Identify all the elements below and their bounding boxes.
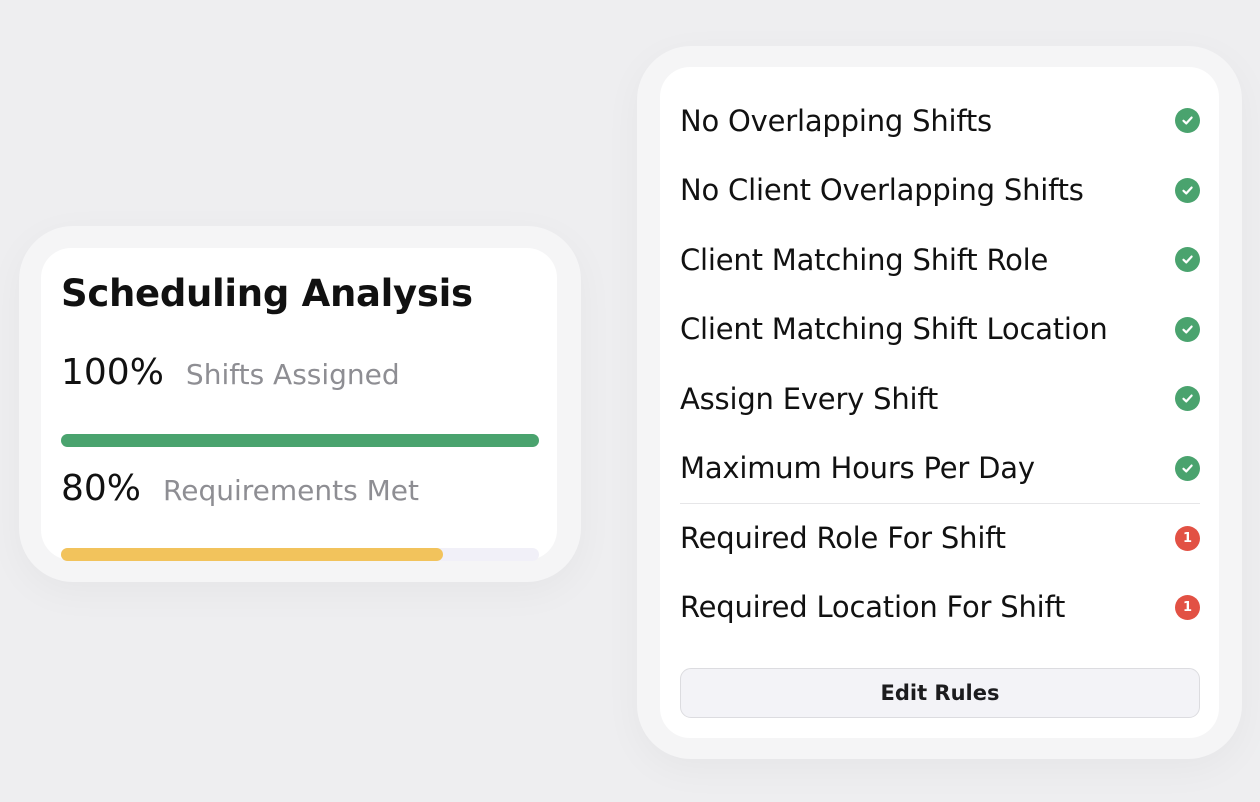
rule-row[interactable]: Client Matching Shift Location bbox=[680, 295, 1200, 365]
check-circle-icon bbox=[1175, 386, 1200, 412]
shifts-assigned-metric: 100% Shifts Assigned bbox=[61, 352, 539, 447]
shifts-assigned-percent: 100% bbox=[61, 352, 164, 393]
check-circle-icon bbox=[1175, 108, 1200, 134]
check-circle-icon bbox=[1175, 247, 1200, 273]
rule-label: Required Location For Shift bbox=[680, 590, 1066, 625]
issue-count-badge-icon: 1 bbox=[1175, 525, 1200, 551]
rule-label: Maximum Hours Per Day bbox=[680, 451, 1035, 486]
rule-label: Assign Every Shift bbox=[680, 381, 939, 416]
rule-label: Client Matching Shift Role bbox=[680, 242, 1049, 277]
rules-card: No Overlapping Shifts No Client Overlapp… bbox=[660, 67, 1219, 738]
requirements-met-metric: 80% Requirements Met bbox=[61, 468, 539, 561]
rules-list: No Overlapping Shifts No Client Overlapp… bbox=[680, 86, 1200, 642]
edit-rules-button[interactable]: Edit Rules bbox=[680, 668, 1200, 718]
issue-count: 1 bbox=[1182, 530, 1193, 546]
rules-widget: No Overlapping Shifts No Client Overlapp… bbox=[637, 46, 1242, 759]
check-circle-icon bbox=[1175, 177, 1200, 203]
shifts-assigned-progress-track bbox=[61, 434, 539, 447]
check-circle-icon bbox=[1175, 455, 1200, 481]
rule-label: No Client Overlapping Shifts bbox=[680, 173, 1084, 208]
scheduling-analysis-widget: Scheduling Analysis 100% Shifts Assigned… bbox=[19, 226, 581, 582]
requirements-met-percent: 80% bbox=[61, 468, 142, 509]
rule-label: No Overlapping Shifts bbox=[680, 103, 992, 138]
shifts-assigned-progress-fill bbox=[61, 434, 539, 447]
scheduling-analysis-card: Scheduling Analysis 100% Shifts Assigned… bbox=[41, 248, 557, 561]
rule-label: Required Role For Shift bbox=[680, 521, 1006, 556]
rule-row[interactable]: Maximum Hours Per Day bbox=[680, 434, 1200, 504]
rule-row[interactable]: Required Location For Shift 1 bbox=[680, 573, 1200, 643]
requirements-met-progress-fill bbox=[61, 548, 444, 561]
rule-row[interactable]: Required Role For Shift 1 bbox=[680, 503, 1200, 573]
rule-row[interactable]: Assign Every Shift bbox=[680, 364, 1200, 434]
analysis-title: Scheduling Analysis bbox=[61, 272, 473, 315]
rule-label: Client Matching Shift Location bbox=[680, 312, 1108, 347]
issue-count: 1 bbox=[1182, 599, 1193, 615]
check-circle-icon bbox=[1175, 316, 1200, 342]
requirements-met-label: Requirements Met bbox=[163, 474, 419, 507]
requirements-met-progress-track bbox=[61, 548, 539, 561]
rule-row[interactable]: No Client Overlapping Shifts bbox=[680, 156, 1200, 226]
rule-row[interactable]: No Overlapping Shifts bbox=[680, 86, 1200, 156]
rule-row[interactable]: Client Matching Shift Role bbox=[680, 225, 1200, 295]
issue-count-badge-icon: 1 bbox=[1175, 594, 1200, 620]
shifts-assigned-label: Shifts Assigned bbox=[185, 358, 400, 391]
